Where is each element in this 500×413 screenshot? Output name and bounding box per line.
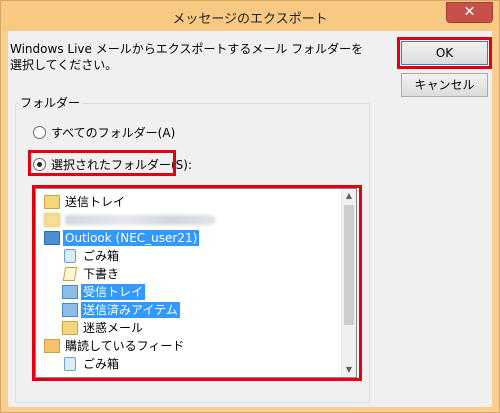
ok-button-highlight — [397, 37, 492, 69]
close-icon: ✕ — [463, 4, 476, 20]
folder-tree-highlight — [32, 185, 362, 381]
radio-all-folders-label: すべてのフォルダー(A) — [51, 125, 176, 140]
cancel-button[interactable]: キャンセル — [401, 73, 488, 97]
radio-button-icon[interactable] — [33, 125, 46, 139]
folder-group-label: フォルダー — [18, 96, 83, 110]
title-bar[interactable]: メッセージのエクスポート ✕ — [1, 1, 499, 31]
window-title: メッセージのエクスポート — [172, 12, 328, 27]
instruction-text: Windows Live メールからエクスポートするメール フォルダーを選択して… — [10, 42, 364, 72]
export-messages-dialog: メッセージのエクスポート ✕ Windows Live メールからエクスポートす… — [0, 0, 500, 413]
radio-all-folders[interactable]: すべてのフォルダー(A) — [33, 124, 175, 140]
radio-selected-highlight — [28, 150, 176, 176]
close-button[interactable]: ✕ — [446, 2, 493, 23]
dialog-body: Windows Live メールからエクスポートするメール フォルダーを選択して… — [8, 31, 492, 407]
